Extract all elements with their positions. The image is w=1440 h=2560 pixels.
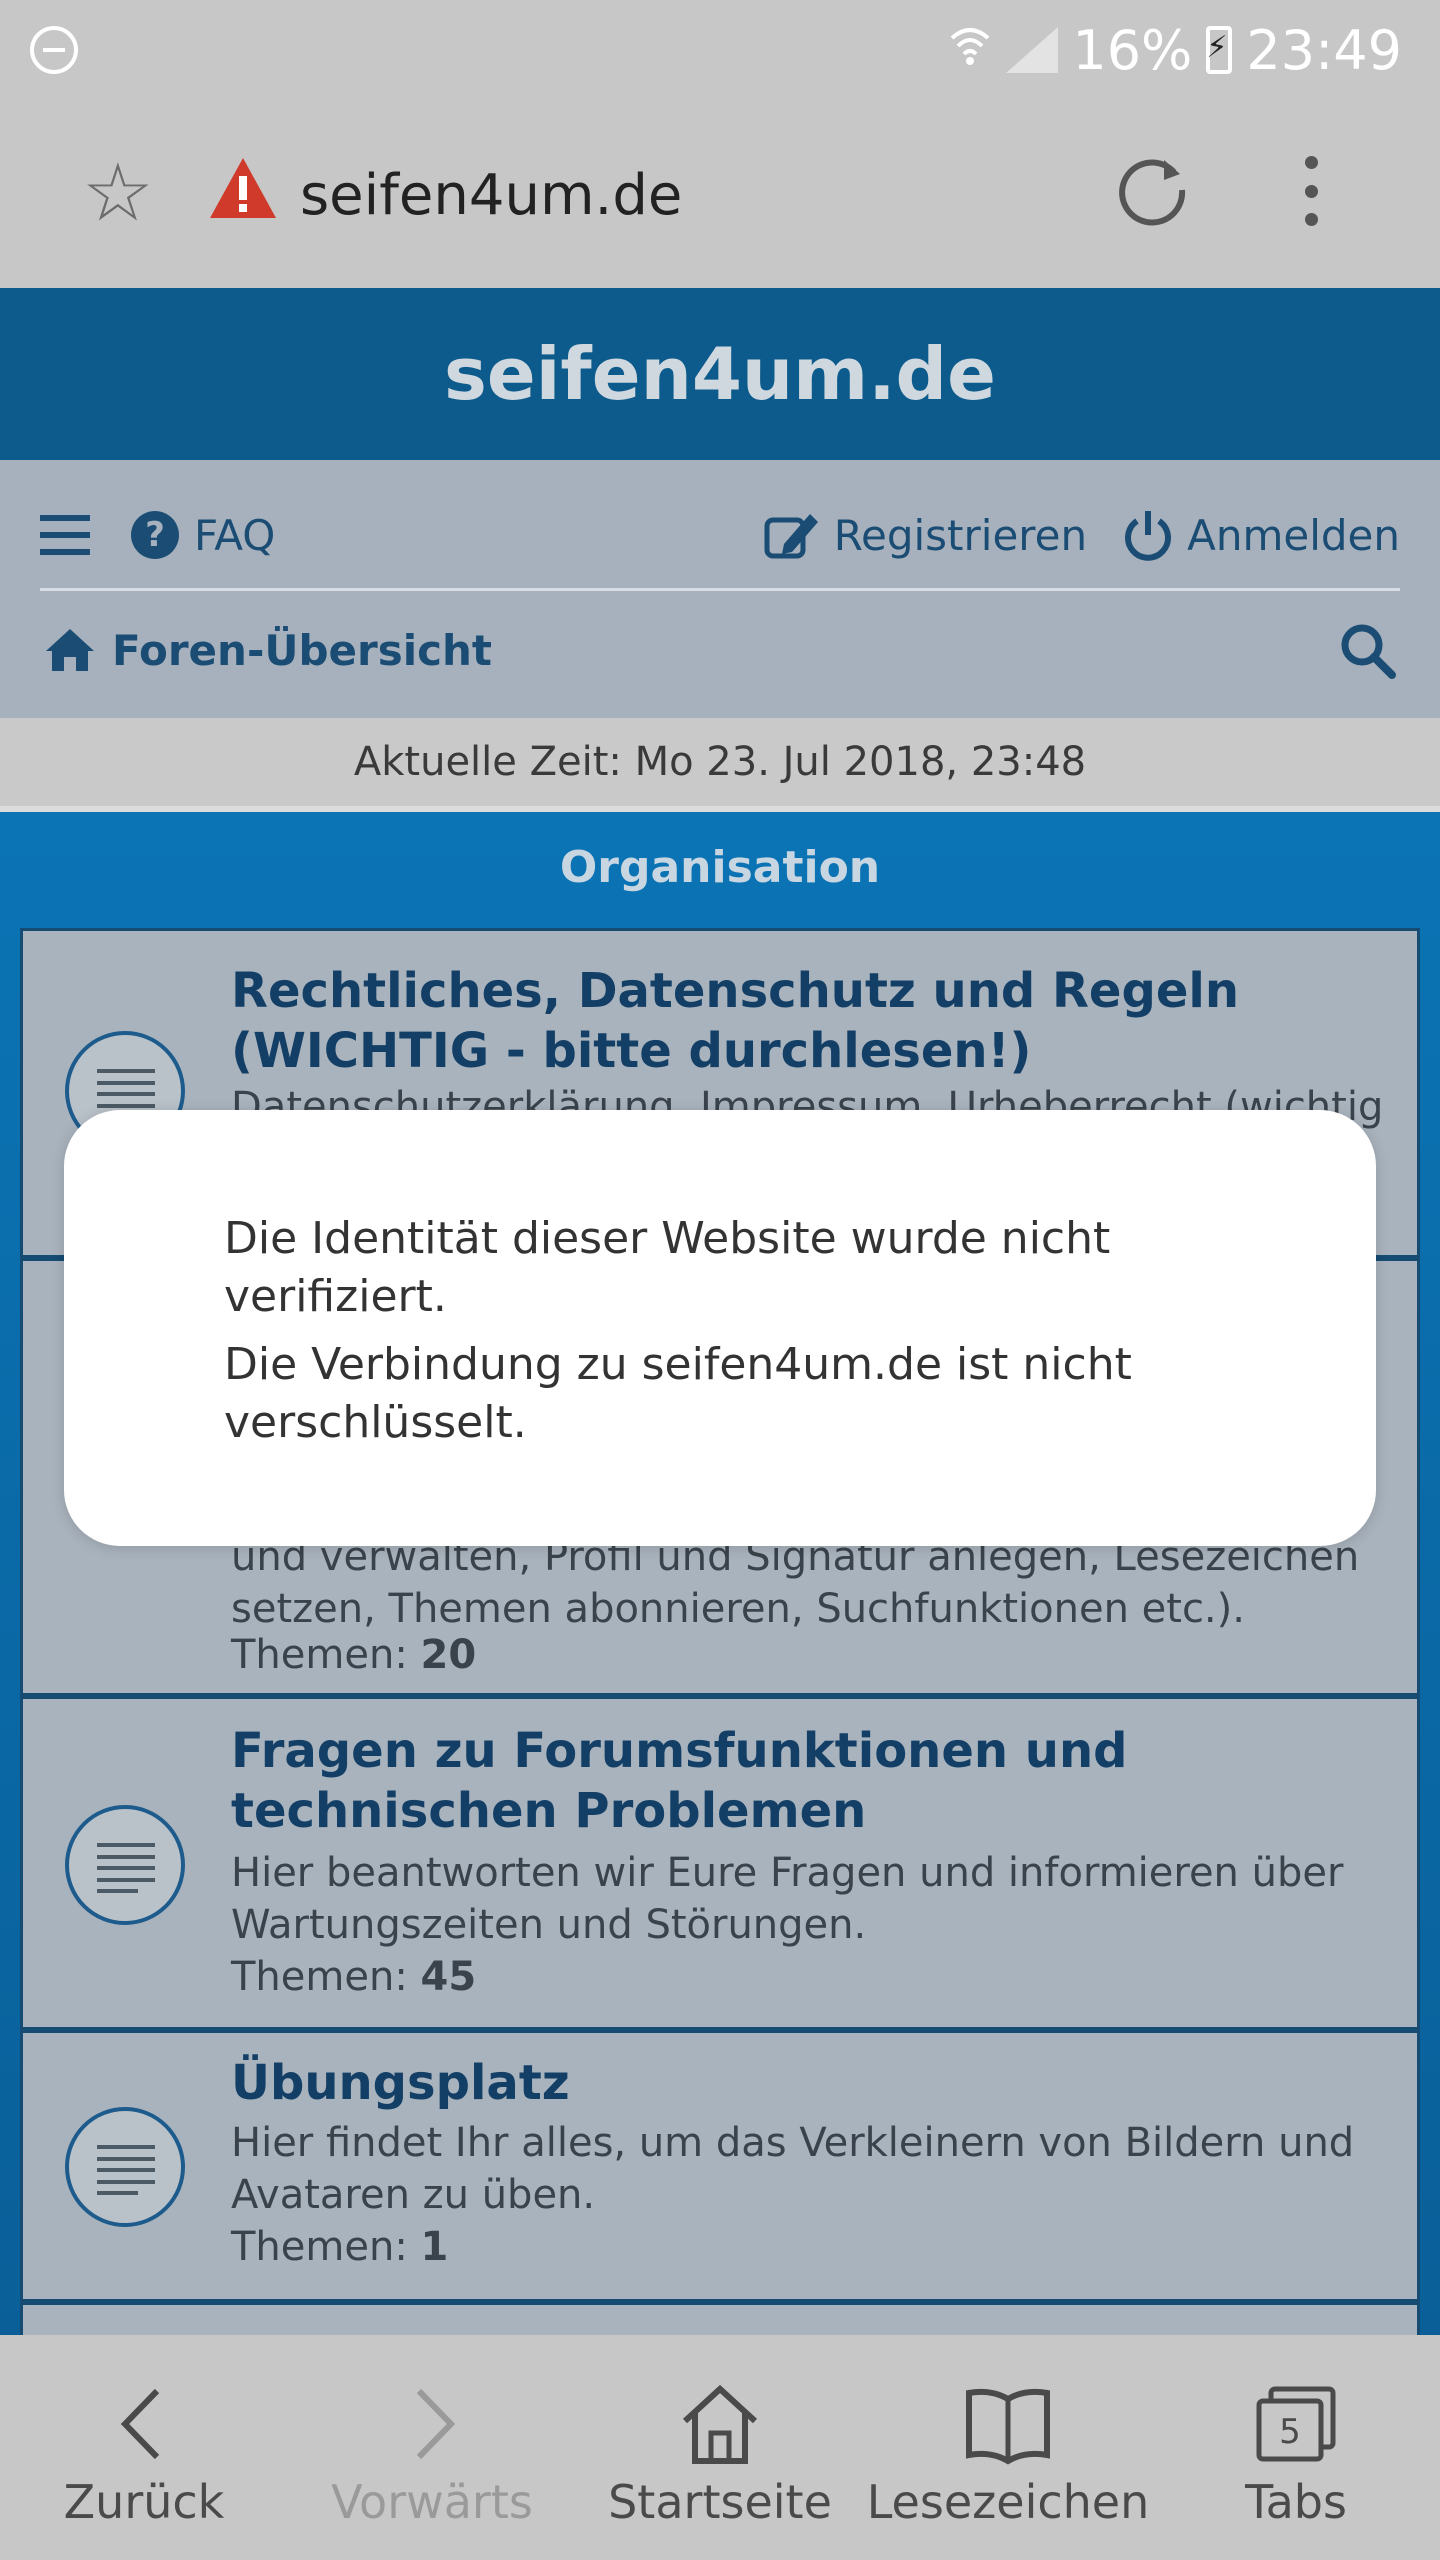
wifi-icon: [948, 20, 992, 81]
home-label: Startseite: [608, 2475, 832, 2529]
tab-count: 5: [1279, 2412, 1301, 2452]
site-info-dialog: Die Identität dieser Website wurde nicht…: [64, 1110, 1376, 1546]
status-right: 16% 23:49: [948, 18, 1402, 82]
signal-icon: [1006, 27, 1059, 73]
bookmarks-button[interactable]: Lesezeichen: [864, 2335, 1152, 2560]
browser-bottom-bar: Zurück Vorwärts Startseite Lesezeichen 5…: [0, 2335, 1440, 2560]
status-bar: 16% 23:49: [0, 0, 1440, 100]
tabs-label: Tabs: [1245, 2475, 1347, 2529]
open-book-icon: [966, 2388, 1050, 2465]
back-button[interactable]: Zurück: [0, 2335, 288, 2560]
clock: 23:49: [1246, 18, 1402, 82]
connection-warning-text: Die Verbindung zu seifen4um.de ist nicht…: [224, 1339, 1132, 1448]
identity-warning-text: Die Identität dieser Website wurde nicht…: [224, 1213, 1111, 1322]
battery-percent: 16%: [1072, 18, 1193, 82]
tabs-icon: 5: [1256, 2386, 1336, 2462]
chevron-right-icon: [416, 2388, 456, 2460]
house-icon: [682, 2384, 758, 2464]
bookmarks-label: Lesezeichen: [866, 2475, 1150, 2529]
home-button[interactable]: Startseite: [576, 2335, 864, 2560]
do-not-disturb-icon: [30, 26, 78, 74]
tabs-button[interactable]: 5 Tabs: [1152, 2335, 1440, 2560]
chevron-left-icon: [120, 2388, 160, 2460]
back-label: Zurück: [63, 2475, 225, 2529]
forward-button[interactable]: Vorwärts: [288, 2335, 576, 2560]
forward-label: Vorwärts: [331, 2475, 533, 2529]
battery-charging-icon: [1206, 26, 1233, 74]
